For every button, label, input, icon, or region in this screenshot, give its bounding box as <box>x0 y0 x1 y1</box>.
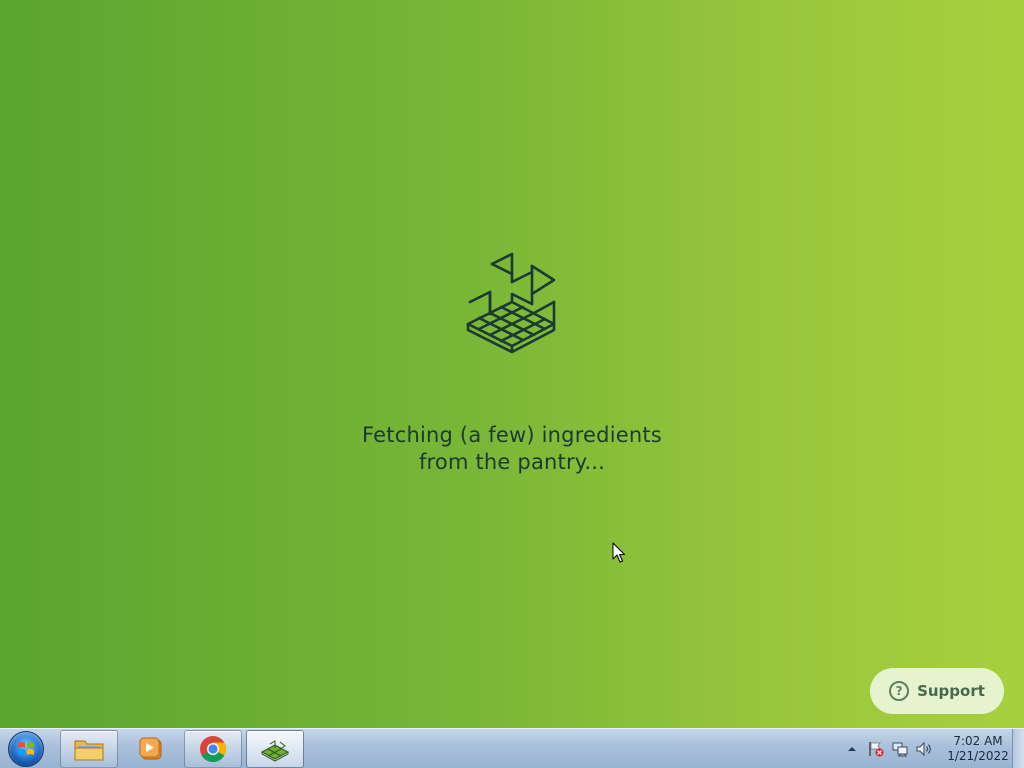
action-center-flag-icon[interactable] <box>866 739 886 759</box>
taskbar-app[interactable] <box>246 730 304 768</box>
support-button[interactable]: ? Support <box>870 668 1004 714</box>
loading-message-line-2: from the pantry... <box>418 450 606 474</box>
volume-icon[interactable] <box>914 739 934 759</box>
loading-message-line-1: Fetching (a few) ingredients <box>362 423 662 447</box>
start-button[interactable] <box>6 730 46 768</box>
chrome-icon <box>200 736 227 763</box>
loading-message: Fetching (a few) ingredients from the pa… <box>312 422 712 476</box>
play-icon <box>139 737 162 760</box>
windows-start-orb-icon <box>8 731 44 767</box>
support-button-label: Support <box>917 682 985 700</box>
taskbar-file-explorer[interactable] <box>60 730 118 768</box>
folder-icon <box>74 740 104 761</box>
clock-time: 7:02 AM <box>953 734 1003 748</box>
mouse-cursor-icon <box>612 542 625 563</box>
show-desktop-button[interactable] <box>1012 729 1024 768</box>
taskbar: 7:02 AM 1/21/2022 <box>0 728 1024 768</box>
taskbar-chrome[interactable] <box>184 730 242 768</box>
tray-expand-icon[interactable] <box>842 739 862 759</box>
network-icon[interactable] <box>890 739 910 759</box>
clock-date: 1/21/2022 <box>947 749 1009 763</box>
system-tray: 7:02 AM 1/21/2022 <box>838 729 1010 768</box>
help-circle-icon: ? <box>889 681 910 701</box>
taskbar-media-player[interactable] <box>122 730 180 768</box>
app-window: Fetching (a few) ingredients from the pa… <box>0 0 1024 728</box>
taskbar-clock[interactable]: 7:02 AM 1/21/2022 <box>946 734 1010 764</box>
crate-cube-logo-icon <box>466 252 556 354</box>
crate-cube-logo-icon <box>260 740 290 762</box>
